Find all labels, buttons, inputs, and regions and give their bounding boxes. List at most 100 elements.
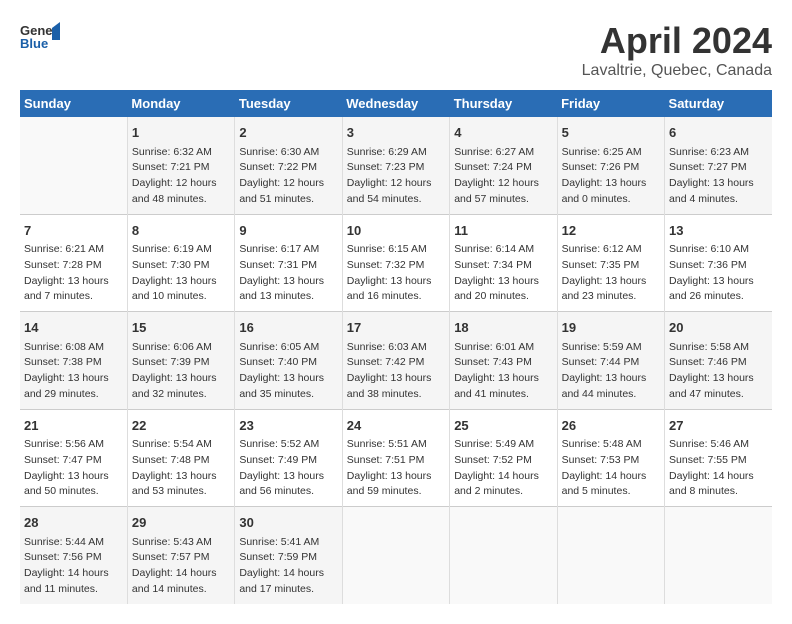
calendar-cell: 20Sunrise: 5:58 AM Sunset: 7:46 PM Dayli… (665, 312, 772, 410)
day-info: Sunrise: 6:23 AM Sunset: 7:27 PM Dayligh… (669, 145, 768, 208)
header-day-thursday: Thursday (450, 90, 557, 117)
calendar-cell: 4Sunrise: 6:27 AM Sunset: 7:24 PM Daylig… (450, 117, 557, 214)
day-info: Sunrise: 5:48 AM Sunset: 7:53 PM Dayligh… (562, 437, 660, 500)
day-info: Sunrise: 6:03 AM Sunset: 7:42 PM Dayligh… (347, 340, 445, 403)
calendar-table: SundayMondayTuesdayWednesdayThursdayFrid… (20, 90, 772, 604)
calendar-cell: 26Sunrise: 5:48 AM Sunset: 7:53 PM Dayli… (557, 409, 664, 507)
day-info: Sunrise: 6:14 AM Sunset: 7:34 PM Dayligh… (454, 242, 552, 305)
day-info: Sunrise: 6:30 AM Sunset: 7:22 PM Dayligh… (239, 145, 337, 208)
calendar-cell (450, 507, 557, 604)
day-number: 12 (562, 221, 660, 241)
day-number: 6 (669, 123, 768, 143)
calendar-week-2: 7Sunrise: 6:21 AM Sunset: 7:28 PM Daylig… (20, 214, 772, 312)
day-info: Sunrise: 6:32 AM Sunset: 7:21 PM Dayligh… (132, 145, 230, 208)
calendar-cell: 13Sunrise: 6:10 AM Sunset: 7:36 PM Dayli… (665, 214, 772, 312)
calendar-cell: 1Sunrise: 6:32 AM Sunset: 7:21 PM Daylig… (127, 117, 234, 214)
day-info: Sunrise: 5:56 AM Sunset: 7:47 PM Dayligh… (24, 437, 123, 500)
calendar-cell: 30Sunrise: 5:41 AM Sunset: 7:59 PM Dayli… (235, 507, 342, 604)
day-info: Sunrise: 6:19 AM Sunset: 7:30 PM Dayligh… (132, 242, 230, 305)
day-number: 1 (132, 123, 230, 143)
day-number: 29 (132, 513, 230, 533)
calendar-cell: 22Sunrise: 5:54 AM Sunset: 7:48 PM Dayli… (127, 409, 234, 507)
calendar-week-1: 1Sunrise: 6:32 AM Sunset: 7:21 PM Daylig… (20, 117, 772, 214)
header-day-friday: Friday (557, 90, 664, 117)
day-number: 7 (24, 221, 123, 241)
calendar-cell: 29Sunrise: 5:43 AM Sunset: 7:57 PM Dayli… (127, 507, 234, 604)
calendar-cell: 5Sunrise: 6:25 AM Sunset: 7:26 PM Daylig… (557, 117, 664, 214)
calendar-cell: 23Sunrise: 5:52 AM Sunset: 7:49 PM Dayli… (235, 409, 342, 507)
day-number: 18 (454, 318, 552, 338)
day-number: 14 (24, 318, 123, 338)
calendar-week-4: 21Sunrise: 5:56 AM Sunset: 7:47 PM Dayli… (20, 409, 772, 507)
calendar-cell: 8Sunrise: 6:19 AM Sunset: 7:30 PM Daylig… (127, 214, 234, 312)
day-info: Sunrise: 6:15 AM Sunset: 7:32 PM Dayligh… (347, 242, 445, 305)
header-day-tuesday: Tuesday (235, 90, 342, 117)
calendar-header-row: SundayMondayTuesdayWednesdayThursdayFrid… (20, 90, 772, 117)
calendar-cell: 12Sunrise: 6:12 AM Sunset: 7:35 PM Dayli… (557, 214, 664, 312)
page-subtitle: Lavaltrie, Quebec, Canada (582, 62, 772, 80)
page-title: April 2024 (582, 20, 772, 62)
day-number: 24 (347, 416, 445, 436)
calendar-cell: 18Sunrise: 6:01 AM Sunset: 7:43 PM Dayli… (450, 312, 557, 410)
day-number: 19 (562, 318, 660, 338)
calendar-cell: 28Sunrise: 5:44 AM Sunset: 7:56 PM Dayli… (20, 507, 127, 604)
calendar-cell: 27Sunrise: 5:46 AM Sunset: 7:55 PM Dayli… (665, 409, 772, 507)
svg-text:Blue: Blue (20, 36, 48, 51)
day-number: 26 (562, 416, 660, 436)
day-info: Sunrise: 6:05 AM Sunset: 7:40 PM Dayligh… (239, 340, 337, 403)
day-info: Sunrise: 5:52 AM Sunset: 7:49 PM Dayligh… (239, 437, 337, 500)
header-day-saturday: Saturday (665, 90, 772, 117)
calendar-cell: 15Sunrise: 6:06 AM Sunset: 7:39 PM Dayli… (127, 312, 234, 410)
day-number: 28 (24, 513, 123, 533)
header-day-wednesday: Wednesday (342, 90, 449, 117)
calendar-cell: 21Sunrise: 5:56 AM Sunset: 7:47 PM Dayli… (20, 409, 127, 507)
day-number: 5 (562, 123, 660, 143)
day-number: 25 (454, 416, 552, 436)
day-info: Sunrise: 5:51 AM Sunset: 7:51 PM Dayligh… (347, 437, 445, 500)
calendar-cell: 25Sunrise: 5:49 AM Sunset: 7:52 PM Dayli… (450, 409, 557, 507)
day-info: Sunrise: 5:46 AM Sunset: 7:55 PM Dayligh… (669, 437, 768, 500)
day-number: 10 (347, 221, 445, 241)
day-info: Sunrise: 6:12 AM Sunset: 7:35 PM Dayligh… (562, 242, 660, 305)
calendar-cell: 10Sunrise: 6:15 AM Sunset: 7:32 PM Dayli… (342, 214, 449, 312)
day-number: 20 (669, 318, 768, 338)
day-number: 13 (669, 221, 768, 241)
day-info: Sunrise: 6:08 AM Sunset: 7:38 PM Dayligh… (24, 340, 123, 403)
day-number: 30 (239, 513, 337, 533)
day-number: 8 (132, 221, 230, 241)
header-day-monday: Monday (127, 90, 234, 117)
day-info: Sunrise: 6:06 AM Sunset: 7:39 PM Dayligh… (132, 340, 230, 403)
day-number: 2 (239, 123, 337, 143)
day-info: Sunrise: 6:25 AM Sunset: 7:26 PM Dayligh… (562, 145, 660, 208)
day-info: Sunrise: 5:44 AM Sunset: 7:56 PM Dayligh… (24, 535, 123, 598)
calendar-cell: 11Sunrise: 6:14 AM Sunset: 7:34 PM Dayli… (450, 214, 557, 312)
calendar-cell: 24Sunrise: 5:51 AM Sunset: 7:51 PM Dayli… (342, 409, 449, 507)
calendar-cell: 14Sunrise: 6:08 AM Sunset: 7:38 PM Dayli… (20, 312, 127, 410)
day-info: Sunrise: 5:49 AM Sunset: 7:52 PM Dayligh… (454, 437, 552, 500)
calendar-cell (342, 507, 449, 604)
day-info: Sunrise: 5:43 AM Sunset: 7:57 PM Dayligh… (132, 535, 230, 598)
day-number: 3 (347, 123, 445, 143)
day-info: Sunrise: 6:27 AM Sunset: 7:24 PM Dayligh… (454, 145, 552, 208)
title-section: April 2024 Lavaltrie, Quebec, Canada (582, 20, 772, 80)
day-info: Sunrise: 6:29 AM Sunset: 7:23 PM Dayligh… (347, 145, 445, 208)
day-info: Sunrise: 6:17 AM Sunset: 7:31 PM Dayligh… (239, 242, 337, 305)
calendar-cell: 2Sunrise: 6:30 AM Sunset: 7:22 PM Daylig… (235, 117, 342, 214)
day-info: Sunrise: 6:01 AM Sunset: 7:43 PM Dayligh… (454, 340, 552, 403)
logo: General Blue (20, 20, 60, 55)
day-info: Sunrise: 6:21 AM Sunset: 7:28 PM Dayligh… (24, 242, 123, 305)
day-number: 9 (239, 221, 337, 241)
header-day-sunday: Sunday (20, 90, 127, 117)
calendar-cell: 9Sunrise: 6:17 AM Sunset: 7:31 PM Daylig… (235, 214, 342, 312)
calendar-cell: 6Sunrise: 6:23 AM Sunset: 7:27 PM Daylig… (665, 117, 772, 214)
day-number: 15 (132, 318, 230, 338)
day-info: Sunrise: 5:59 AM Sunset: 7:44 PM Dayligh… (562, 340, 660, 403)
day-info: Sunrise: 5:41 AM Sunset: 7:59 PM Dayligh… (239, 535, 337, 598)
calendar-cell: 16Sunrise: 6:05 AM Sunset: 7:40 PM Dayli… (235, 312, 342, 410)
day-number: 22 (132, 416, 230, 436)
day-info: Sunrise: 5:58 AM Sunset: 7:46 PM Dayligh… (669, 340, 768, 403)
day-number: 27 (669, 416, 768, 436)
calendar-cell: 3Sunrise: 6:29 AM Sunset: 7:23 PM Daylig… (342, 117, 449, 214)
day-number: 4 (454, 123, 552, 143)
day-number: 21 (24, 416, 123, 436)
